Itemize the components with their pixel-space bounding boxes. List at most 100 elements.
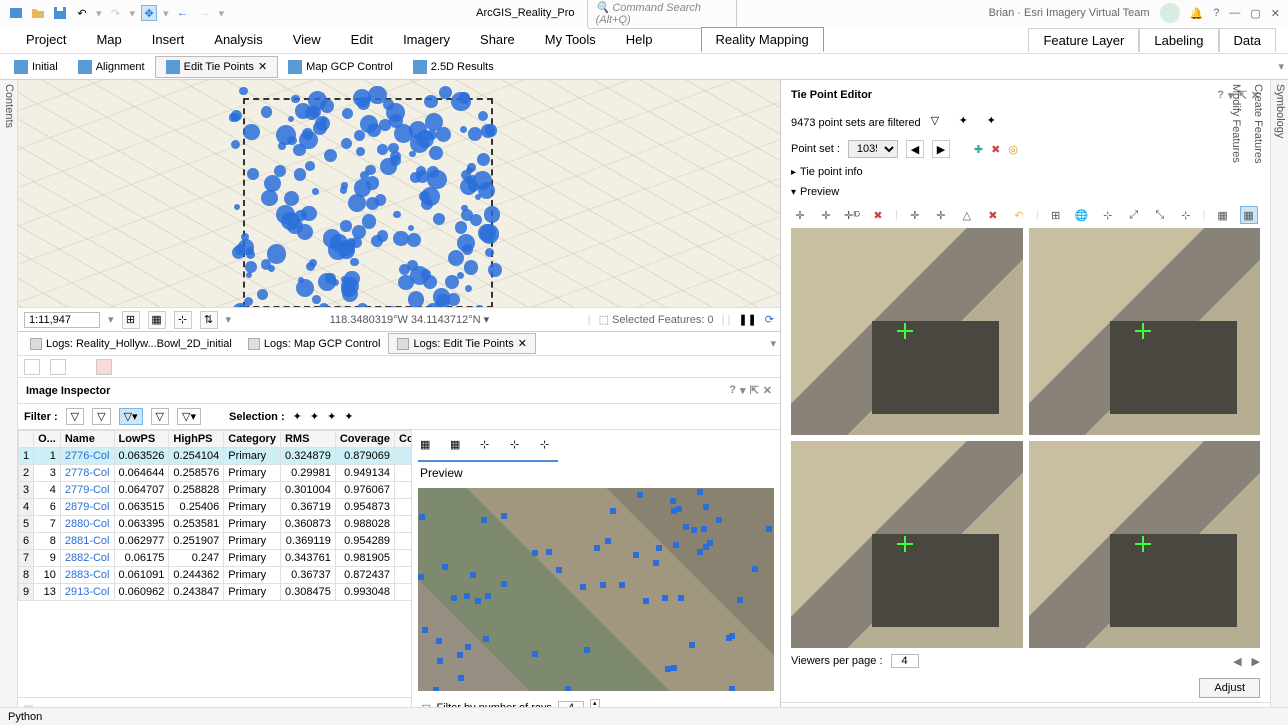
ps-del[interactable]: ✖ xyxy=(991,143,1000,156)
tab-share[interactable]: Share xyxy=(466,28,529,51)
undo-icon[interactable]: ↶ xyxy=(74,5,90,21)
inspector-title: Image Inspector xyxy=(26,385,110,397)
log-initial[interactable]: Logs: Reality_Hollyw...Bowl_2D_initial xyxy=(22,335,240,353)
log-gcp[interactable]: Logs: Map GCP Control xyxy=(240,335,389,353)
sel-4[interactable]: ✦ xyxy=(344,410,353,423)
dtab-25d-results[interactable]: 2.5D Results xyxy=(403,57,504,77)
tpe-preview-section[interactable]: ▾Preview xyxy=(781,182,1270,202)
pv-3[interactable]: ⊹ xyxy=(480,438,496,456)
table-row[interactable]: 342779-Col0.0647070.258828Primary0.30100… xyxy=(19,482,412,499)
tab-mytools[interactable]: My Tools xyxy=(531,28,610,51)
f2-icon[interactable]: ✦ xyxy=(959,114,977,132)
tab-reality-mapping[interactable]: Reality Mapping xyxy=(701,27,824,52)
map-view[interactable]: 1:11,947▾ ⊞ ▦ ⊹ ⇅▾ 118.3480319°W 34.1143… xyxy=(18,80,780,332)
table-row[interactable]: 112776-Col0.0635260.254104Primary0.32487… xyxy=(19,448,412,465)
tab-labeling[interactable]: Labeling xyxy=(1139,28,1218,52)
log-b1[interactable] xyxy=(24,359,40,375)
log-tiepoints[interactable]: Logs: Edit Tie Points✕ xyxy=(388,333,536,354)
tab-insert[interactable]: Insert xyxy=(138,28,199,51)
coordinates: 118.3480319°W 34.1143712°N ▾ xyxy=(239,313,580,326)
ps-prev[interactable]: ◀ xyxy=(906,140,924,158)
dtab-edit-tie-points[interactable]: Edit Tie Points✕ xyxy=(155,56,279,78)
avatar[interactable] xyxy=(1160,3,1180,23)
tab-data[interactable]: Data xyxy=(1219,28,1276,52)
dtab-initial[interactable]: Initial xyxy=(4,57,68,77)
table-row[interactable]: 8102883-Col0.0610910.244362Primary0.3673… xyxy=(19,567,412,584)
ps-target[interactable]: ◎ xyxy=(1008,143,1018,156)
refresh-icon[interactable]: ⟳ xyxy=(765,313,774,326)
tab-analysis[interactable]: Analysis xyxy=(200,28,276,51)
table-row[interactable]: 462879-Col0.0635150.25406Primary0.367190… xyxy=(19,499,412,516)
dtab-alignment[interactable]: Alignment xyxy=(68,57,155,77)
viewers-input[interactable] xyxy=(891,654,919,668)
redo-icon[interactable]: ↷ xyxy=(108,5,124,21)
viewer-2[interactable] xyxy=(1029,228,1261,435)
tabs-dropdown[interactable]: ▾ xyxy=(1278,60,1284,73)
sel-2[interactable]: ✦ xyxy=(310,410,319,423)
close-icon[interactable]: ✕ xyxy=(1271,7,1280,20)
forward-icon[interactable]: → xyxy=(197,5,213,21)
close-tab-icon[interactable]: ✕ xyxy=(258,60,267,73)
pv-1[interactable]: ▦ xyxy=(420,438,436,456)
dtab-map-gcp[interactable]: Map GCP Control xyxy=(278,57,403,77)
inspector-table[interactable]: O...NameLowPSHighPSCategoryRMSCoverageCo… xyxy=(18,430,411,601)
help-icon[interactable]: ? xyxy=(1213,7,1219,19)
preview-image[interactable] xyxy=(418,488,774,691)
tpe-title: Tie Point Editor xyxy=(791,89,872,101)
maximize-icon[interactable]: ▢ xyxy=(1250,7,1260,20)
pv-2[interactable]: ▦ xyxy=(450,438,466,456)
tpe-info-section[interactable]: ▸Tie point info xyxy=(781,162,1270,182)
tpe-filter-text: 9473 point sets are filtered xyxy=(791,117,921,129)
command-search[interactable]: 🔍 Command Search (Alt+Q) xyxy=(587,0,737,29)
symbology-tab[interactable]: Symbology xyxy=(1274,84,1286,721)
pv-5[interactable]: ⊹ xyxy=(540,438,556,456)
grid-icon[interactable]: ▦ xyxy=(148,311,166,329)
filter-icon[interactable]: ▽ xyxy=(931,114,949,132)
f3-icon[interactable]: ✦ xyxy=(987,114,1005,132)
ps-add[interactable]: ✚ xyxy=(974,143,983,156)
explore-icon[interactable]: ✥ xyxy=(141,5,157,21)
const-icon[interactable]: ⊹ xyxy=(174,311,192,329)
viewer-4[interactable] xyxy=(1029,441,1261,648)
sel-1[interactable]: ✦ xyxy=(293,410,302,423)
table-row[interactable]: 792882-Col0.061750.247Primary0.3437610.9… xyxy=(19,550,412,567)
filter-3[interactable]: ▽▾ xyxy=(119,408,143,425)
viewer-3[interactable] xyxy=(791,441,1023,648)
filter-1[interactable]: ▽ xyxy=(66,408,84,425)
ps-next[interactable]: ▶ xyxy=(932,140,950,158)
minimize-icon[interactable]: — xyxy=(1229,7,1240,19)
bell-icon[interactable]: 🔔 xyxy=(1190,7,1204,20)
table-row[interactable]: 9132913-Col0.0609620.243847Primary0.3084… xyxy=(19,584,412,601)
correct-icon[interactable]: ⇅ xyxy=(200,311,218,329)
user-name[interactable]: Brian · Esri Imagery Virtual Team xyxy=(989,7,1150,19)
tab-edit[interactable]: Edit xyxy=(337,28,387,51)
viewer-1[interactable] xyxy=(791,228,1023,435)
contents-tab[interactable]: Contents xyxy=(3,84,15,721)
table-row[interactable]: 572880-Col0.0633950.253581Primary0.36087… xyxy=(19,516,412,533)
new-project-icon[interactable] xyxy=(8,5,24,21)
tab-project[interactable]: Project xyxy=(12,28,80,51)
sel-3[interactable]: ✦ xyxy=(327,410,336,423)
back-icon[interactable]: ← xyxy=(175,5,191,21)
filter-5[interactable]: ▽▾ xyxy=(177,408,201,425)
log-b2[interactable] xyxy=(50,359,66,375)
tab-imagery[interactable]: Imagery xyxy=(389,28,464,51)
open-icon[interactable] xyxy=(30,5,46,21)
selected-features: ⬚ Selected Features: 0 xyxy=(599,313,714,326)
filter-2[interactable]: ▽ xyxy=(92,408,110,425)
save-icon[interactable] xyxy=(52,5,68,21)
tab-view[interactable]: View xyxy=(279,28,335,51)
filter-4[interactable]: ▽ xyxy=(151,408,169,425)
log-b3[interactable] xyxy=(96,359,112,375)
tab-map[interactable]: Map xyxy=(82,28,135,51)
pointset-select[interactable]: 1035 xyxy=(848,140,898,158)
tab-help[interactable]: Help xyxy=(612,28,667,51)
table-row[interactable]: 682881-Col0.0629770.251907Primary0.36911… xyxy=(19,533,412,550)
status-text: Python xyxy=(8,711,42,723)
scale-input[interactable]: 1:11,947 xyxy=(24,312,100,328)
snap-icon[interactable]: ⊞ xyxy=(122,311,140,329)
pause-icon[interactable]: ❚❚ xyxy=(738,313,756,326)
table-row[interactable]: 232778-Col0.0646440.258576Primary0.29981… xyxy=(19,465,412,482)
pv-4[interactable]: ⊹ xyxy=(510,438,526,456)
tab-feature-layer[interactable]: Feature Layer xyxy=(1028,28,1139,52)
